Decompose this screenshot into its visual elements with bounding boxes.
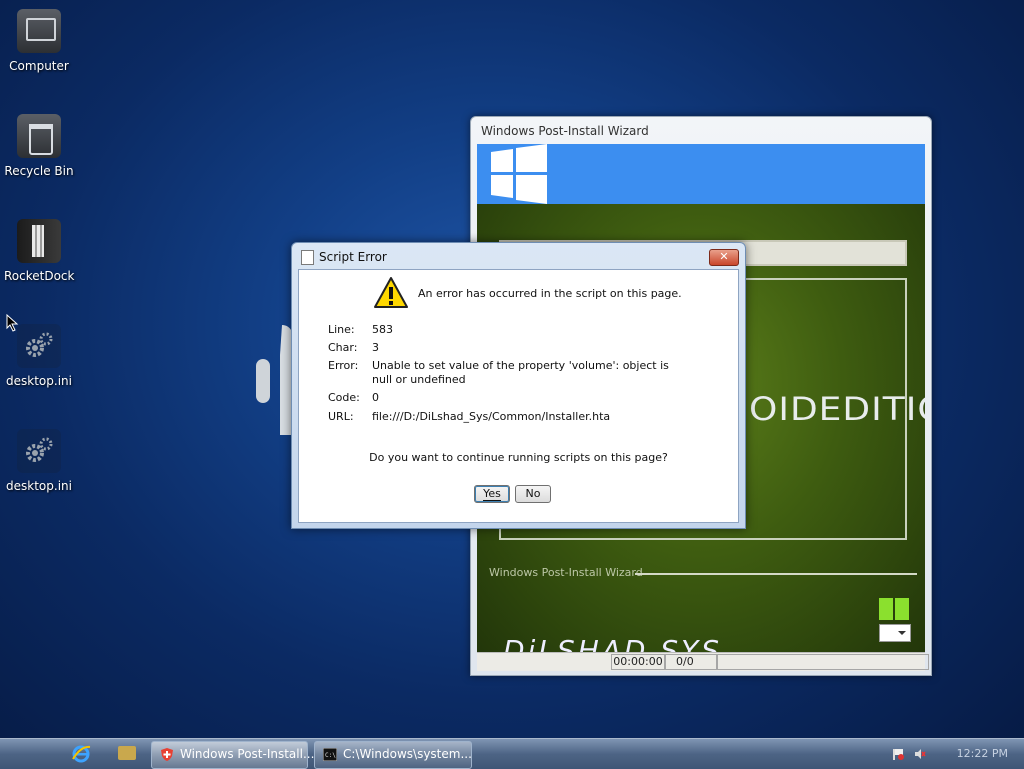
wizard-green-buttons[interactable] bbox=[879, 598, 911, 623]
dialog-body: An error has occurred in the script on t… bbox=[298, 269, 739, 523]
green-button[interactable] bbox=[879, 598, 893, 620]
error-label: Error: bbox=[328, 359, 359, 372]
action-center-flag-icon[interactable] bbox=[892, 748, 904, 760]
recycle-bin-icon bbox=[17, 114, 61, 158]
status-timer: 00:00:00 bbox=[611, 654, 665, 670]
status-count: 0/0 bbox=[665, 654, 717, 670]
warning-icon bbox=[374, 277, 408, 308]
taskbar: Windows Post-Install... C:\ C:\Windows\s… bbox=[0, 738, 1024, 769]
wizard-edition-text: OIDEDITION bbox=[749, 391, 925, 428]
status-progress bbox=[717, 654, 929, 670]
taskbar-item-label: C:\Windows\system... bbox=[343, 747, 472, 761]
desktop-icon-recycle-bin[interactable]: Recycle Bin bbox=[4, 114, 74, 178]
file-explorer-icon[interactable] bbox=[118, 746, 136, 760]
taskbar-item-label: Windows Post-Install... bbox=[180, 747, 315, 761]
url-label: URL: bbox=[328, 410, 354, 423]
desktop-icon-label: Recycle Bin bbox=[4, 164, 74, 178]
desktop-icon-label: Computer bbox=[9, 59, 69, 73]
mouse-cursor-icon bbox=[6, 314, 19, 332]
settings-file-icon bbox=[17, 429, 61, 473]
taskbar-clock[interactable]: 12:22 PM bbox=[957, 747, 1008, 760]
line-value: 583 bbox=[372, 323, 393, 336]
android-robot-icon bbox=[256, 325, 296, 435]
line-label: Line: bbox=[328, 323, 355, 336]
char-label: Char: bbox=[328, 341, 358, 354]
yes-button-label: Yes bbox=[483, 487, 501, 501]
close-button[interactable]: ✕ bbox=[709, 249, 739, 266]
script-error-dialog[interactable]: Script Error ✕ An error has occurred in … bbox=[291, 242, 746, 529]
system-tray: 12:22 PM bbox=[866, 739, 1016, 769]
wizard-footer-divider bbox=[635, 573, 917, 575]
desktop-icon-computer[interactable]: Computer bbox=[4, 9, 74, 73]
wizard-banner bbox=[477, 144, 925, 204]
code-value: 0 bbox=[372, 391, 379, 404]
computer-icon bbox=[17, 9, 61, 53]
green-button[interactable] bbox=[895, 598, 909, 620]
dialog-title: Script Error bbox=[319, 250, 387, 264]
rocketdock-icon bbox=[17, 219, 61, 263]
error-message: An error has occurred in the script on t… bbox=[418, 287, 682, 300]
desktop-icon-desktop-ini-1[interactable]: desktop.ini bbox=[4, 324, 74, 388]
taskbar-item-cmd[interactable]: C:\ C:\Windows\system... bbox=[314, 741, 472, 769]
continue-question: Do you want to continue running scripts … bbox=[369, 451, 668, 464]
svg-text:C:\: C:\ bbox=[325, 752, 336, 759]
settings-file-icon bbox=[17, 324, 61, 368]
wizard-footer-label: Windows Post-Install Wizard bbox=[489, 566, 643, 579]
windows-logo-icon bbox=[491, 144, 547, 204]
desktop-icon-label: desktop.ini bbox=[6, 374, 72, 388]
yes-button[interactable]: Yes bbox=[474, 485, 510, 503]
cmd-icon: C:\ bbox=[323, 748, 337, 761]
desktop-icon-rocketdock[interactable]: RocketDock bbox=[4, 219, 74, 283]
url-value: file:///D:/DiLshad_Sys/Common/Installer.… bbox=[372, 410, 611, 423]
internet-explorer-icon[interactable] bbox=[71, 744, 91, 764]
code-label: Code: bbox=[328, 391, 360, 404]
taskbar-item-wizard[interactable]: Windows Post-Install... bbox=[151, 741, 314, 769]
no-button[interactable]: No bbox=[515, 485, 551, 503]
wizard-brand-logo: DiLSHAD SYS bbox=[503, 634, 723, 652]
document-icon bbox=[301, 250, 314, 265]
char-value: 3 bbox=[372, 341, 379, 354]
wizard-title: Windows Post-Install Wizard bbox=[481, 124, 649, 138]
volume-muted-icon[interactable] bbox=[914, 748, 926, 760]
error-value: Unable to set value of the property 'vol… bbox=[372, 359, 669, 386]
shield-icon bbox=[161, 748, 173, 761]
desktop-icon-label: desktop.ini bbox=[6, 479, 72, 493]
wizard-dropdown[interactable] bbox=[879, 624, 911, 642]
wizard-status-bar: 00:00:00 0/0 bbox=[477, 652, 929, 671]
desktop-icon-desktop-ini-2[interactable]: desktop.ini bbox=[4, 429, 74, 493]
desktop-icon-label: RocketDock bbox=[4, 269, 75, 283]
